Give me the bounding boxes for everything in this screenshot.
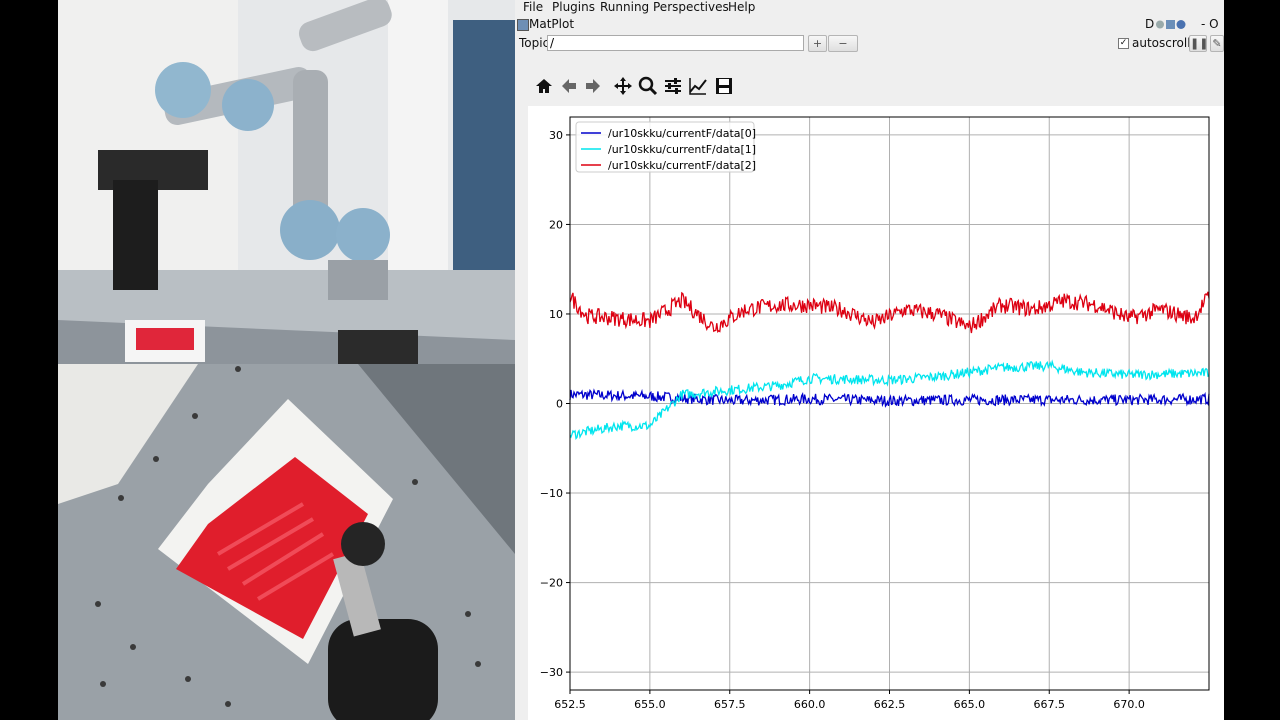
dock-widget-icons[interactable]: [1155, 19, 1187, 30]
menu-plugins[interactable]: Plugins: [552, 0, 595, 14]
y-tick-label: −10: [540, 487, 563, 500]
dock-flag-label[interactable]: D: [1145, 17, 1154, 31]
menu-bar: File Plugins Running Perspectives Help: [515, 0, 1224, 15]
back-arrow-icon[interactable]: [558, 75, 580, 97]
y-tick-label: 10: [549, 308, 563, 321]
drawing-surface-image: [58, 364, 515, 720]
zoom-icon[interactable]: [637, 75, 659, 97]
tick-labels: 652.5 655.0 657.5 660.0 662.5 665.0 667.5 670.0…: [540, 129, 1145, 711]
x-tick-label: 655.0: [634, 698, 666, 711]
remove-topic-button[interactable]: −: [828, 35, 858, 52]
robot-camera-view-top: [58, 0, 515, 364]
edit-axis-icon[interactable]: [687, 75, 709, 97]
legend-entry: /ur10skku/currentF/data[1]: [608, 143, 756, 156]
robot-arm-image: [58, 0, 515, 364]
topic-label: Topic: [519, 36, 550, 50]
x-tick-label: 660.0: [794, 698, 826, 711]
menu-file[interactable]: File: [523, 0, 543, 14]
legend-entry: /ur10skku/currentF/data[0]: [608, 127, 756, 140]
menu-running[interactable]: Running: [600, 0, 649, 14]
legend-entry: /ur10skku/currentF/data[2]: [608, 159, 756, 172]
x-tick-label: 652.5: [554, 698, 586, 711]
menu-perspectives[interactable]: Perspectives: [653, 0, 729, 14]
add-topic-button[interactable]: +: [808, 35, 827, 52]
y-tick-label: 30: [549, 129, 563, 142]
legend: /ur10skku/currentF/data[0] /ur10skku/curr…: [575, 121, 756, 173]
line-chart: 652.5 655.0 657.5 660.0 662.5 665.0 667.5 670.0…: [540, 116, 1210, 711]
menu-help[interactable]: Help: [728, 0, 755, 14]
y-tick-label: −30: [540, 666, 563, 679]
home-icon[interactable]: [533, 75, 555, 97]
y-tick-label: −20: [540, 577, 563, 590]
plugin-title: MatPlot: [529, 17, 575, 31]
x-tick-label: 665.0: [954, 698, 986, 711]
forward-arrow-icon[interactable]: [582, 75, 604, 97]
plot-canvas[interactable]: 652.5 655.0 657.5 660.0 662.5 665.0 667.5 670.0…: [528, 106, 1224, 720]
x-tick-label: 667.5: [1034, 698, 1066, 711]
grid-lines: [569, 117, 1209, 690]
x-tick-label: 670.0: [1113, 698, 1145, 711]
window-controls[interactable]: - O: [1201, 17, 1219, 31]
topic-row: Topic + − ✓ autoscroll ❚❚ ✎: [515, 34, 1224, 56]
configure-subplots-icon[interactable]: [662, 75, 684, 97]
x-tick-label: 662.5: [874, 698, 906, 711]
topic-input[interactable]: [547, 35, 804, 51]
save-icon[interactable]: [713, 75, 735, 97]
plugin-title-bar: MatPlot D - O: [515, 16, 1224, 34]
y-tick-label: 20: [549, 218, 563, 231]
plot-toolbar: [530, 72, 830, 100]
pause-button[interactable]: ❚❚: [1189, 35, 1208, 52]
autoscroll-checkbox[interactable]: ✓: [1118, 38, 1129, 49]
matplot-window: File Plugins Running Perspectives Help M…: [515, 0, 1224, 720]
y-tick-label: 0: [556, 398, 563, 411]
autoscroll-label: autoscroll: [1132, 36, 1191, 50]
robot-camera-view-bottom: [58, 364, 515, 720]
clear-button[interactable]: ✎: [1210, 35, 1224, 52]
pan-icon[interactable]: [612, 75, 634, 97]
x-tick-label: 657.5: [714, 698, 746, 711]
app-icon: [517, 19, 529, 31]
